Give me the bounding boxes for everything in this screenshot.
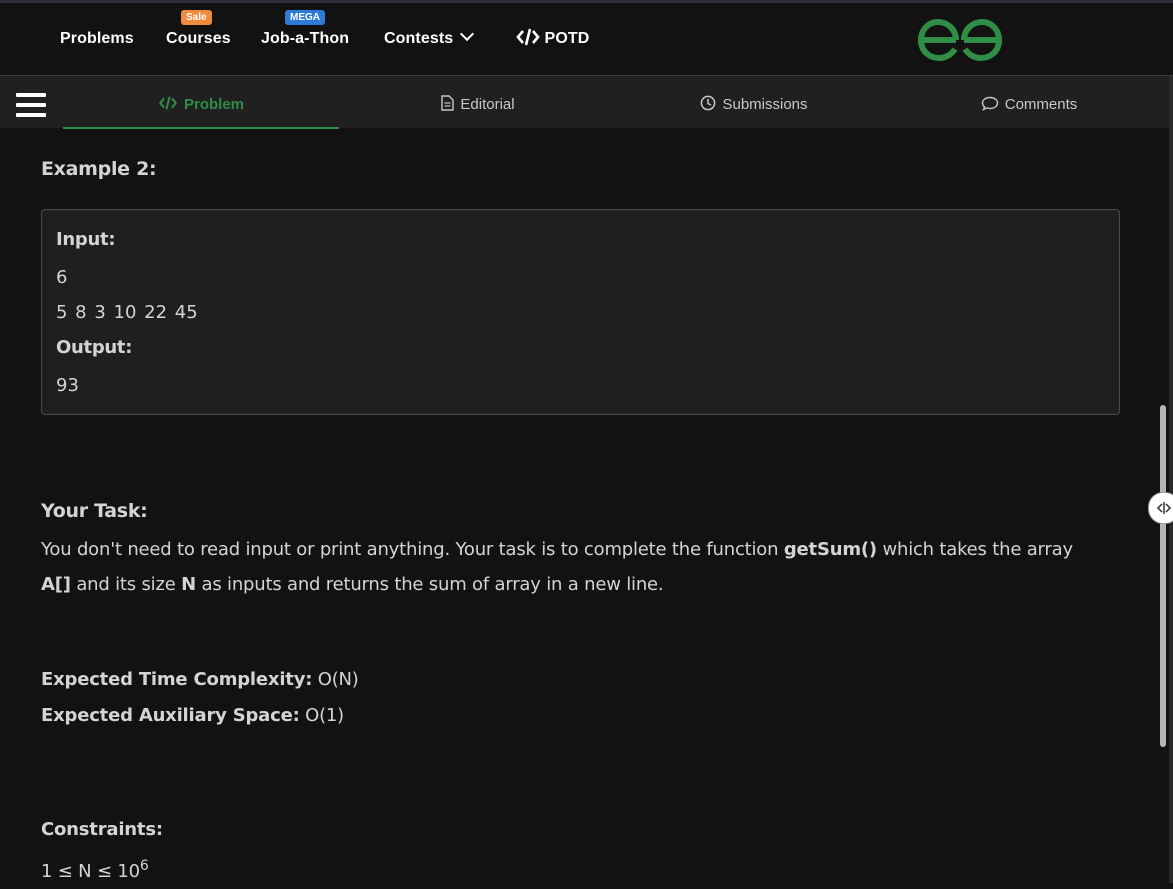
nav-courses[interactable]: Courses bbox=[166, 30, 231, 48]
comment-icon bbox=[981, 96, 998, 111]
menu-icon[interactable] bbox=[16, 93, 46, 117]
constraint-range: 1 ≤ N ≤ 10 bbox=[41, 861, 140, 882]
function-name: getSum() bbox=[783, 539, 877, 560]
nav-contests[interactable]: Contests bbox=[384, 26, 475, 48]
task-description: You don't need to read input or print an… bbox=[41, 532, 1131, 602]
example-box: Input: 6 5 8 3 10 22 45 Output: 93 bbox=[41, 209, 1120, 415]
code-icon bbox=[158, 96, 178, 110]
task-text-1: You don't need to read input or print an… bbox=[41, 539, 784, 560]
scrollbar-thumb[interactable] bbox=[1160, 405, 1166, 747]
task-title: Your Task: bbox=[41, 500, 148, 522]
problem-tab-bar: Problem Editorial Submissions Comments bbox=[0, 76, 1169, 128]
time-complexity-value: O(N) bbox=[312, 669, 359, 690]
array-name: A[] bbox=[41, 574, 71, 595]
constraints-title: Constraints: bbox=[41, 812, 163, 847]
tab-editorial[interactable]: Editorial bbox=[340, 76, 616, 128]
mega-badge: MEGA bbox=[285, 10, 325, 25]
constraints-text: 1 ≤ N ≤ 106 bbox=[41, 849, 149, 889]
time-complexity-label: Expected Time Complexity: bbox=[41, 669, 313, 690]
example-output-label: Output: bbox=[56, 337, 133, 358]
tab-submissions[interactable]: Submissions bbox=[616, 76, 892, 128]
example-input-n: 6 bbox=[56, 267, 68, 288]
document-icon bbox=[441, 95, 455, 111]
chevron-down-icon bbox=[460, 26, 475, 42]
code-icon bbox=[516, 28, 540, 46]
tab-comments[interactable]: Comments bbox=[891, 76, 1167, 128]
constraints-label: Constraints: bbox=[41, 819, 163, 840]
example-title: Example 2: bbox=[41, 158, 157, 180]
resize-handle-icon[interactable] bbox=[1148, 492, 1173, 524]
nav-contests-label: Contests bbox=[384, 30, 454, 47]
size-name: N bbox=[181, 574, 196, 595]
auxiliary-space: Expected Auxiliary Space: O(1) bbox=[41, 698, 344, 733]
nav-job-a-thon[interactable]: Job-a-Thon bbox=[261, 30, 349, 48]
task-text-2: which takes the array bbox=[876, 539, 1073, 560]
tab-editorial-label: Editorial bbox=[460, 96, 515, 113]
nav-potd-label: POTD bbox=[544, 30, 590, 48]
constraint-exponent: 6 bbox=[139, 858, 149, 874]
nav-problems[interactable]: Problems bbox=[60, 30, 134, 48]
sale-badge: Sale bbox=[181, 10, 212, 25]
auxiliary-space-value: O(1) bbox=[299, 705, 344, 726]
task-text-4: as inputs and returns the sum of array i… bbox=[195, 574, 664, 595]
gfg-logo-icon[interactable] bbox=[916, 18, 1004, 64]
tab-problem-label: Problem bbox=[183, 96, 244, 113]
example-input-array: 5 8 3 10 22 45 bbox=[56, 302, 198, 323]
time-complexity: Expected Time Complexity: O(N) bbox=[41, 662, 359, 697]
tab-comments-label: Comments bbox=[1004, 96, 1078, 113]
top-navbar: Problems Sale Courses MEGA Job-a-Thon Co… bbox=[0, 3, 1173, 76]
auxiliary-space-label: Expected Auxiliary Space: bbox=[41, 705, 300, 726]
tab-submissions-label: Submissions bbox=[722, 96, 808, 113]
active-tab-indicator bbox=[63, 127, 339, 129]
nav-potd[interactable]: POTD bbox=[516, 28, 590, 48]
example-output-value: 93 bbox=[56, 375, 79, 396]
task-text-3: and its size bbox=[70, 574, 182, 595]
example-input-label: Input: bbox=[56, 229, 116, 250]
clock-icon bbox=[701, 95, 716, 111]
pane-divider[interactable] bbox=[1169, 76, 1173, 883]
tab-problem[interactable]: Problem bbox=[63, 76, 339, 128]
